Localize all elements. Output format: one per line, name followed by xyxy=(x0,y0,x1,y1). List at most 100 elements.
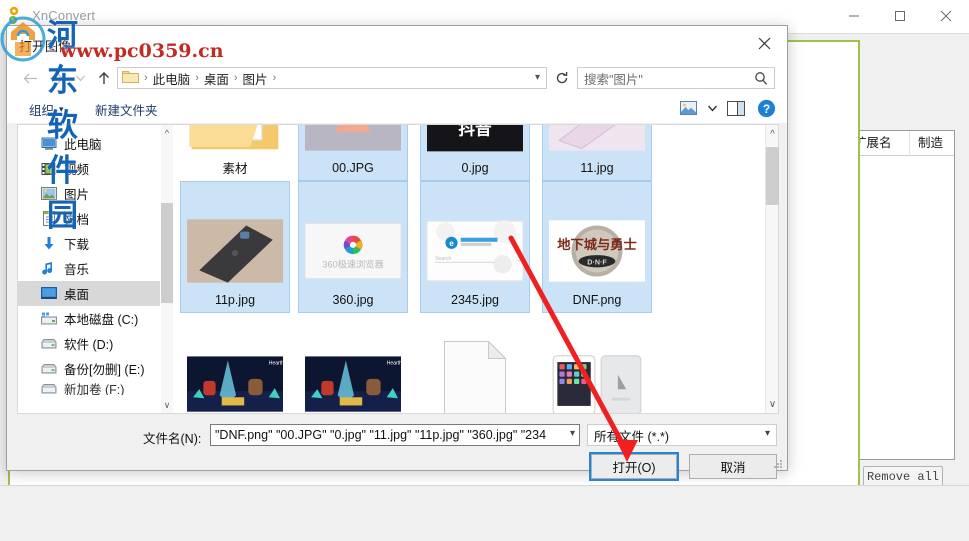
search-placeholder: 搜索"图片" xyxy=(584,72,643,87)
new-folder-button[interactable]: 新建文件夹 xyxy=(95,100,158,119)
address-chevron-down-icon[interactable]: ▾ xyxy=(535,72,540,83)
view-controls: ? xyxy=(675,97,779,119)
file-list-scrollbar[interactable]: ^ ∨ xyxy=(765,125,779,413)
list-item[interactable]: 抖音 0.jpg xyxy=(420,125,530,181)
sidebar-item-this-pc[interactable]: 此电脑 xyxy=(18,131,160,156)
list-item[interactable]: 11.jpg xyxy=(542,125,652,181)
dialog-close-button[interactable] xyxy=(741,26,787,60)
dialog-title: 打开图像 xyxy=(19,39,72,54)
local-disk-icon xyxy=(40,311,57,326)
thumbnail: Hearthy xyxy=(187,347,283,413)
sidebar-item-drive-e[interactable]: 备份[勿删] (E:) xyxy=(18,356,160,381)
pictures-icon xyxy=(40,186,57,201)
sidebar-item-label: 桌面 xyxy=(64,288,90,302)
list-item[interactable]: Hearthy ewe.png xyxy=(298,313,408,413)
organize-menu[interactable]: 组织 ▾ xyxy=(29,100,64,119)
back-button[interactable] xyxy=(19,67,41,89)
scroll-up-icon[interactable]: ^ xyxy=(766,125,779,143)
sidebar-item-downloads[interactable]: 下载 xyxy=(18,231,160,256)
search-icon[interactable] xyxy=(754,71,768,89)
sidebar-item-videos[interactable]: 视频 xyxy=(18,156,160,181)
scroll-down-icon[interactable]: ∨ xyxy=(161,397,173,413)
thumbnail: Hearthy xyxy=(305,347,401,413)
cancel-button-label: 取消 xyxy=(720,461,746,475)
recent-locations-button[interactable] xyxy=(69,67,91,89)
svg-text:D·N·F: D·N·F xyxy=(587,258,607,266)
file-list[interactable]: 素材 00.JPG 抖音 0.jpg 11.jpg 11p.jpg 360极速浏… xyxy=(174,125,765,413)
sidebar-item-local-disk-c[interactable]: 本地磁盘 (C:) xyxy=(18,306,160,331)
filename-chevron-down-icon[interactable]: ▾ xyxy=(570,428,575,439)
address-bar[interactable]: › 此电脑 › 桌面 › 图片 › ▾ xyxy=(117,67,547,89)
svg-text:→: → xyxy=(515,257,521,264)
open-button-label: 打开(O) xyxy=(612,461,656,475)
sidebar-item-label: 图片 xyxy=(64,188,90,202)
breadcrumb-this-pc[interactable]: 此电脑 xyxy=(150,69,194,88)
minimize-button[interactable] xyxy=(831,0,877,32)
list-item[interactable]: Hearthy ewe.jpg xyxy=(180,313,290,413)
filetype-select[interactable]: 所有文件 (*.*) ▾ xyxy=(587,424,777,446)
sidebar-item-pictures[interactable]: 图片 xyxy=(18,181,160,206)
sidebar-item-music[interactable]: 音乐 xyxy=(18,256,160,281)
sidebar-item-label: 此电脑 xyxy=(64,138,102,152)
filename-input[interactable]: "DNF.png" "00.JPG" "0.jpg" "11.jpg" "11p… xyxy=(210,424,580,446)
dialog-titlebar: 打开图像 xyxy=(7,26,787,62)
scroll-thumb[interactable] xyxy=(161,203,173,303)
list-item[interactable]: 地下城与勇士 D·N·F DNF.png xyxy=(542,181,652,313)
navigation-pane: 此电脑 视频 图片 文档 下载 音乐 桌面 本地磁盘 (C:) 软件 (D:) … xyxy=(18,125,160,413)
close-window-button[interactable] xyxy=(923,0,969,32)
xnconvert-logo-icon xyxy=(6,5,28,27)
list-item[interactable]: 360极速浏览器 360.jpg xyxy=(298,181,408,313)
chevron-down-icon[interactable]: ▾ xyxy=(765,428,770,439)
refresh-button[interactable] xyxy=(552,68,572,88)
list-item[interactable]: e Search → 2345.jpg xyxy=(420,181,530,313)
svg-text:抖音: 抖音 xyxy=(458,125,492,139)
thumbnail xyxy=(305,125,401,156)
sidebar-item-desktop[interactable]: 桌面 xyxy=(18,281,160,306)
open-button[interactable]: 打开(O) xyxy=(589,452,679,481)
svg-text:Hearthy: Hearthy xyxy=(387,361,401,367)
up-button[interactable] xyxy=(93,67,115,89)
list-item[interactable]: F-image.rdr xyxy=(420,313,530,413)
sidebar-item-documents[interactable]: 文档 xyxy=(18,206,160,231)
breadcrumb-pictures[interactable]: 图片 xyxy=(240,69,271,88)
list-item[interactable]: 11p.jpg xyxy=(180,181,290,313)
sidebar-item-drive-d[interactable]: 软件 (D:) xyxy=(18,331,160,356)
view-chevron-down-icon[interactable] xyxy=(705,97,719,119)
filename-label: 文件名(N): xyxy=(143,432,202,446)
svg-text:360极速浏览器: 360极速浏览器 xyxy=(322,258,383,269)
help-icon[interactable]: ? xyxy=(753,97,779,119)
filetype-value: 所有文件 (*.*) xyxy=(594,429,670,444)
thumbnail xyxy=(549,125,645,156)
preview-pane-icon[interactable] xyxy=(723,97,749,119)
folder-icon xyxy=(122,69,139,87)
list-item[interactable]: 00.JPG xyxy=(298,125,408,181)
file-name: 2345.jpg xyxy=(451,293,499,307)
view-thumbnails-icon[interactable] xyxy=(675,97,701,119)
thumbnail xyxy=(549,347,645,413)
forward-button[interactable] xyxy=(45,67,67,89)
breadcrumb-desktop[interactable]: 桌面 xyxy=(201,69,232,88)
scroll-down-icon[interactable]: ∨ xyxy=(766,395,779,413)
scroll-up-icon[interactable]: ^ xyxy=(161,125,173,141)
list-item[interactable]: iPad.jpg xyxy=(542,313,652,413)
list-item[interactable]: 素材 xyxy=(180,125,290,181)
sidebar-item-drive-f[interactable]: 新加卷 (F:) xyxy=(18,381,160,395)
app-bottom-bar xyxy=(0,485,969,541)
thumbnail: 地下城与勇士 D·N·F xyxy=(549,214,645,288)
column-maker[interactable]: 制造 xyxy=(910,131,969,156)
search-input[interactable]: 搜索"图片" xyxy=(577,67,775,89)
scroll-thumb[interactable] xyxy=(766,147,779,205)
dialog-resize-grip[interactable] xyxy=(774,458,783,468)
file-browser: 此电脑 视频 图片 文档 下载 音乐 桌面 本地磁盘 (C:) 软件 (D:) … xyxy=(17,124,779,414)
thumbnail xyxy=(187,125,283,157)
drive-icon xyxy=(40,361,57,376)
sidebar-item-label: 本地磁盘 (C:) xyxy=(64,313,139,327)
svg-text:Search: Search xyxy=(435,256,451,262)
screen: XnConvert DPI 扩展名 制造 移除 Remove all xyxy=(0,0,969,541)
navigation-row: › 此电脑 › 桌面 › 图片 › ▾ 搜索"图片" xyxy=(7,62,787,94)
maximize-button[interactable] xyxy=(877,0,923,32)
file-name: 0.jpg xyxy=(461,161,489,175)
cancel-button[interactable]: 取消 xyxy=(689,454,777,479)
thumbnail xyxy=(187,214,283,288)
navigation-pane-scrollbar[interactable]: ^ ∨ xyxy=(161,125,173,413)
